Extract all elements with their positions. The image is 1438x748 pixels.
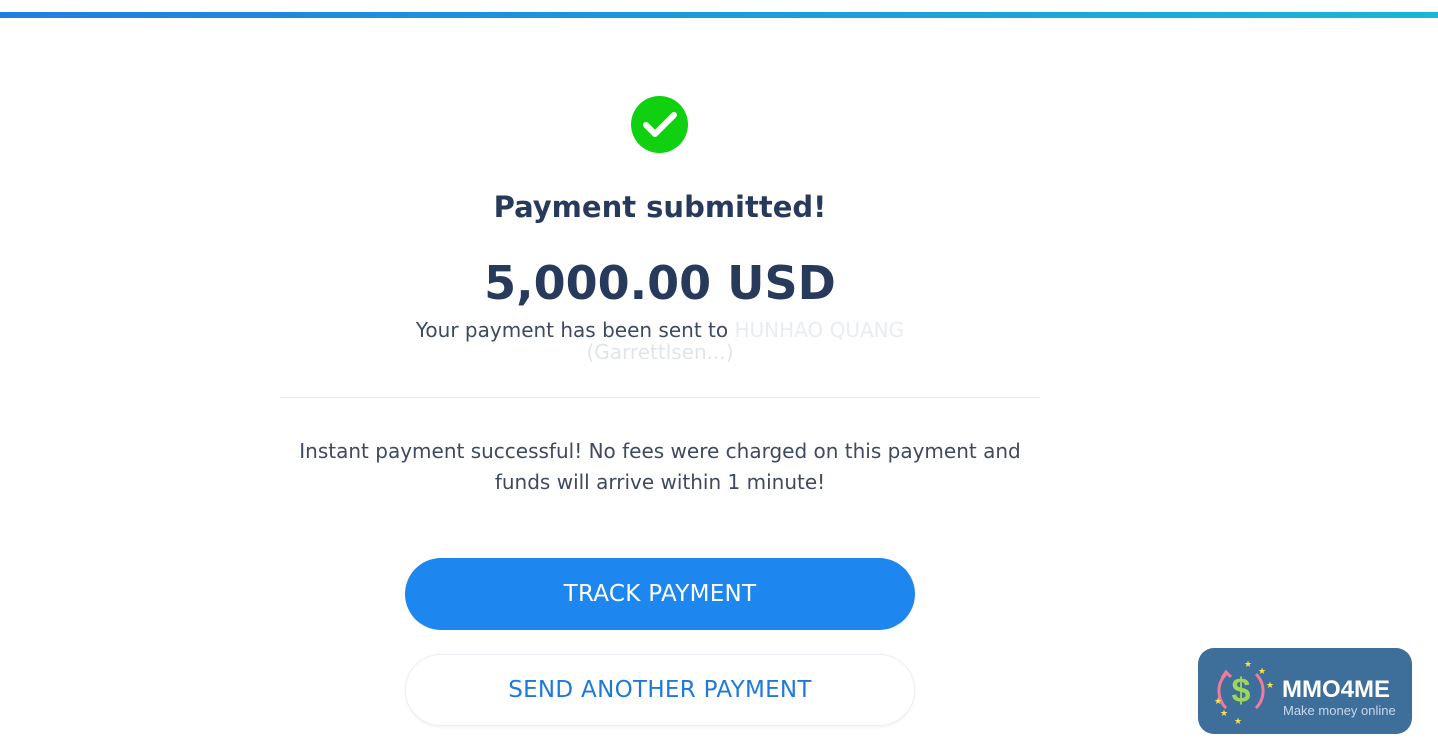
status-message: Instant payment successful! No fees were…	[270, 436, 1050, 498]
svg-text:★: ★	[1214, 697, 1222, 707]
top-accent-bar	[0, 12, 1438, 18]
watermark-brand: MMO4ME	[1282, 676, 1390, 703]
recipient-email: (Garrettlsen...)	[586, 340, 734, 364]
watermark-tagline: Make money online	[1283, 703, 1396, 718]
divider	[280, 397, 1040, 398]
send-another-payment-button[interactable]: SEND ANOTHER PAYMENT	[405, 654, 915, 726]
status-message-line-2: funds will arrive within 1 minute!	[494, 470, 826, 494]
sent-prefix: Your payment has been sent to	[415, 318, 729, 342]
track-payment-button[interactable]: TRACK PAYMENT	[405, 558, 915, 630]
svg-text:★: ★	[1220, 709, 1228, 719]
check-circle-icon	[631, 96, 688, 153]
payment-amount: 5,000.00 USD	[484, 256, 836, 310]
svg-text:★: ★	[1266, 681, 1274, 691]
watermark-badge: $ ★ ★ ★ ★ ★ ★ MMO4ME Make money online	[1198, 648, 1412, 734]
svg-text:★: ★	[1258, 667, 1266, 677]
svg-text:★: ★	[1244, 660, 1252, 670]
dollar-logo-icon: $ ★ ★ ★ ★ ★ ★	[1214, 660, 1274, 726]
svg-text:$: $	[1232, 672, 1251, 710]
status-message-line-1: Instant payment successful! No fees were…	[299, 439, 1021, 463]
recipient-line: Your payment has been sent to HUNHAO QUA…	[280, 319, 1040, 341]
svg-text:★: ★	[1234, 717, 1242, 726]
recipient-name: HUNHAO QUANG	[734, 318, 905, 342]
page-title: Payment submitted!	[493, 190, 827, 224]
